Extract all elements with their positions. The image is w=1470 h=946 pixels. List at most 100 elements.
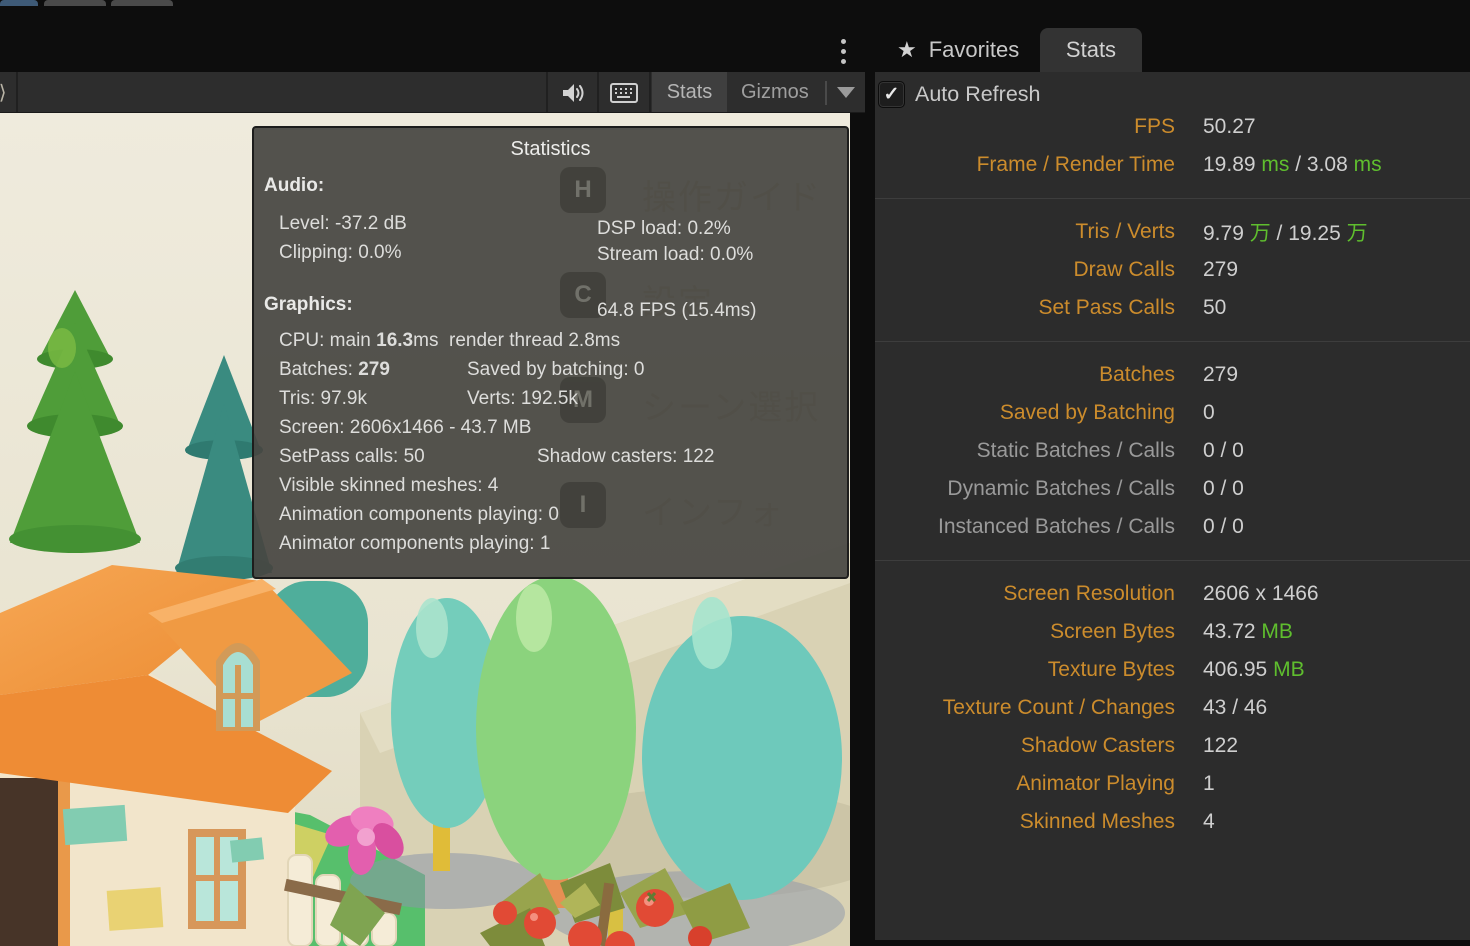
game-viewport[interactable]: H操作ガイドC設定Mシーン選択Iインフォ Statistics Audio: L… [0, 113, 850, 946]
stat-label: Texture Bytes [875, 658, 1175, 682]
graphics-animator-playing: Animator components playing: 1 [279, 533, 550, 555]
window-tab-stub-active[interactable] [0, 0, 38, 6]
stat-row: Instanced Batches / Calls 0 / 0 [875, 508, 1470, 546]
stat-label: Draw Calls [875, 258, 1175, 282]
stat-value: 122 [1203, 734, 1238, 758]
gizmos-dropdown[interactable]: Gizmos [727, 72, 865, 113]
graphics-batches: Batches: 279 [279, 359, 390, 381]
stat-label: Instanced Batches / Calls [875, 515, 1175, 539]
stat-row: Dynamic Batches / Calls0 / 0 [875, 470, 1470, 508]
stat-row: Static Batches / Calls 0 / 0 [875, 432, 1470, 470]
toolbar-separator [649, 72, 651, 113]
graphics-screen: Screen: 2606x1466 - 43.7 MB [279, 417, 531, 439]
stat-label: Shadow Casters [875, 734, 1175, 758]
tab-favorites-label: Favorites [929, 37, 1019, 63]
statistics-overlay: H操作ガイドC設定Mシーン選択Iインフォ Statistics Audio: L… [252, 126, 849, 579]
auto-refresh-row[interactable]: ✓ Auto Refresh [878, 79, 1040, 109]
stat-value: 1 [1203, 772, 1215, 796]
stat-value: 19.89 ms / 3.08 ms [1203, 153, 1382, 177]
graphics-saved-by-batching: Saved by batching: 0 [467, 359, 644, 381]
stat-row: Animator Playing 1 [875, 765, 1470, 803]
stat-row: Screen Resolution 2606 x 1466 [875, 575, 1470, 613]
keyboard-icon [610, 83, 638, 103]
game-menu-label: 操作ガイド [642, 170, 822, 219]
stat-row: Texture Count / Changes 43 / 46 [875, 689, 1470, 727]
window-tab-stub[interactable] [111, 0, 173, 6]
stat-value: 0 / 0 [1203, 439, 1244, 463]
stats-window: ★ Favorites Stats ✓ Auto Refresh FPS 50.2… [875, 0, 1470, 946]
stat-label: Batches [875, 363, 1175, 387]
graphics-shadow-casters: Shadow casters: 122 [537, 446, 714, 468]
stats-window-tabbar: ★ Favorites Stats [875, 28, 1470, 72]
cpu-prefix: CPU: main [279, 330, 376, 351]
section-divider [875, 198, 1470, 199]
stat-row: Frame / Render Time 19.89 ms / 3.08 ms [875, 146, 1470, 184]
auto-refresh-checkbox[interactable]: ✓ [878, 81, 905, 108]
stat-label: Skinned Meshes [875, 810, 1175, 834]
graphics-visible-skinned: Visible skinned meshes: 4 [279, 475, 498, 497]
graphics-animation-playing: Animation components playing: 0 [279, 504, 559, 526]
stats-rows: FPS 50.27 Frame / Render Time 19.89 ms / 3.… [875, 108, 1470, 841]
audio-heading: Audio: [264, 175, 324, 197]
game-menu-label: シーン選択 [642, 380, 820, 429]
cpu-main-ms: 16.3 [376, 330, 413, 351]
graphics-fps: 64.8 FPS (15.4ms) [597, 300, 756, 322]
game-view-toolbar: ⟨⟩ Stats Gizmos [0, 72, 865, 113]
stat-value: 9.79 万 / 19.25 万 [1203, 217, 1368, 247]
stat-value: 2606 x 1466 [1203, 582, 1319, 606]
game-menu-label: インフォ [642, 485, 785, 534]
game-keycap-h: H [560, 167, 606, 213]
overlay-title: Statistics [254, 138, 847, 161]
stat-label: FPS [875, 115, 1175, 139]
toolbar-separator [16, 72, 18, 113]
graphics-heading: Graphics: [264, 294, 353, 316]
stat-row: Shadow Casters 122 [875, 727, 1470, 765]
stats-toggle-button[interactable]: Stats [652, 72, 727, 113]
stat-row: Draw Calls 279 [875, 251, 1470, 289]
stat-label: Frame / Render Time [875, 153, 1175, 177]
stat-value: 43 / 46 [1203, 696, 1267, 720]
keyboard-shortcuts-button[interactable] [599, 72, 648, 113]
stat-value: 50 [1203, 296, 1226, 320]
stat-value: 0 [1203, 401, 1215, 425]
stat-value: 4 [1203, 810, 1215, 834]
stat-value: 279 [1203, 363, 1238, 387]
stat-label: Texture Count / Changes [875, 696, 1175, 720]
stat-label: Tris / Verts [875, 220, 1175, 244]
gizmos-separator [825, 81, 827, 105]
stat-row: Skinned Meshes 4 [875, 803, 1470, 841]
stat-label: Screen Resolution [875, 582, 1175, 606]
chevron-down-icon[interactable] [837, 87, 855, 98]
stat-value: 43.72 MB [1203, 620, 1293, 644]
display-aspect-icon-partial[interactable]: ⟨⟩ [0, 80, 13, 104]
mute-audio-button[interactable] [548, 72, 597, 113]
door [0, 778, 60, 946]
stat-row: FPS 50.27 [875, 108, 1470, 146]
stat-label: Animator Playing [875, 772, 1175, 796]
audio-stream-load: Stream load: 0.0% [597, 244, 753, 266]
stat-row: Screen Bytes43.72 MB [875, 613, 1470, 651]
panel-bottom-strip [875, 940, 1470, 946]
unity-editor-window: ⟨⟩ Stats Gizmos [0, 0, 1470, 946]
arch-window [216, 643, 260, 731]
graphics-tris: Tris: 97.9k [279, 388, 367, 410]
stat-label: Dynamic Batches / Calls [875, 477, 1175, 501]
graphics-cpu: CPU: main 16.3ms render thread 2.8ms [279, 330, 620, 352]
auto-refresh-label: Auto Refresh [915, 82, 1040, 107]
cpu-suffix: ms render thread 2.8ms [413, 330, 620, 351]
pane-menu-kebab-icon[interactable] [834, 30, 852, 72]
stat-row: Set Pass Calls50 [875, 289, 1470, 327]
stat-label: Static Batches / Calls [875, 439, 1175, 463]
section-divider [875, 341, 1470, 342]
stat-value: 50.27 [1203, 115, 1256, 139]
tab-stats[interactable]: Stats [1040, 28, 1142, 72]
stat-value: 0 / 0 [1203, 515, 1244, 539]
graphics-verts: Verts: 192.5k [467, 388, 578, 410]
stat-row: Saved by Batching0 [875, 394, 1470, 432]
audio-level: Level: -37.2 dB [279, 213, 407, 235]
tab-favorites[interactable]: ★ Favorites [889, 28, 1027, 72]
game-keycap-i: I [560, 482, 606, 528]
stat-value: 406.95 MB [1203, 658, 1305, 682]
window-tab-stub[interactable] [44, 0, 106, 6]
stat-value: 279 [1203, 258, 1238, 282]
